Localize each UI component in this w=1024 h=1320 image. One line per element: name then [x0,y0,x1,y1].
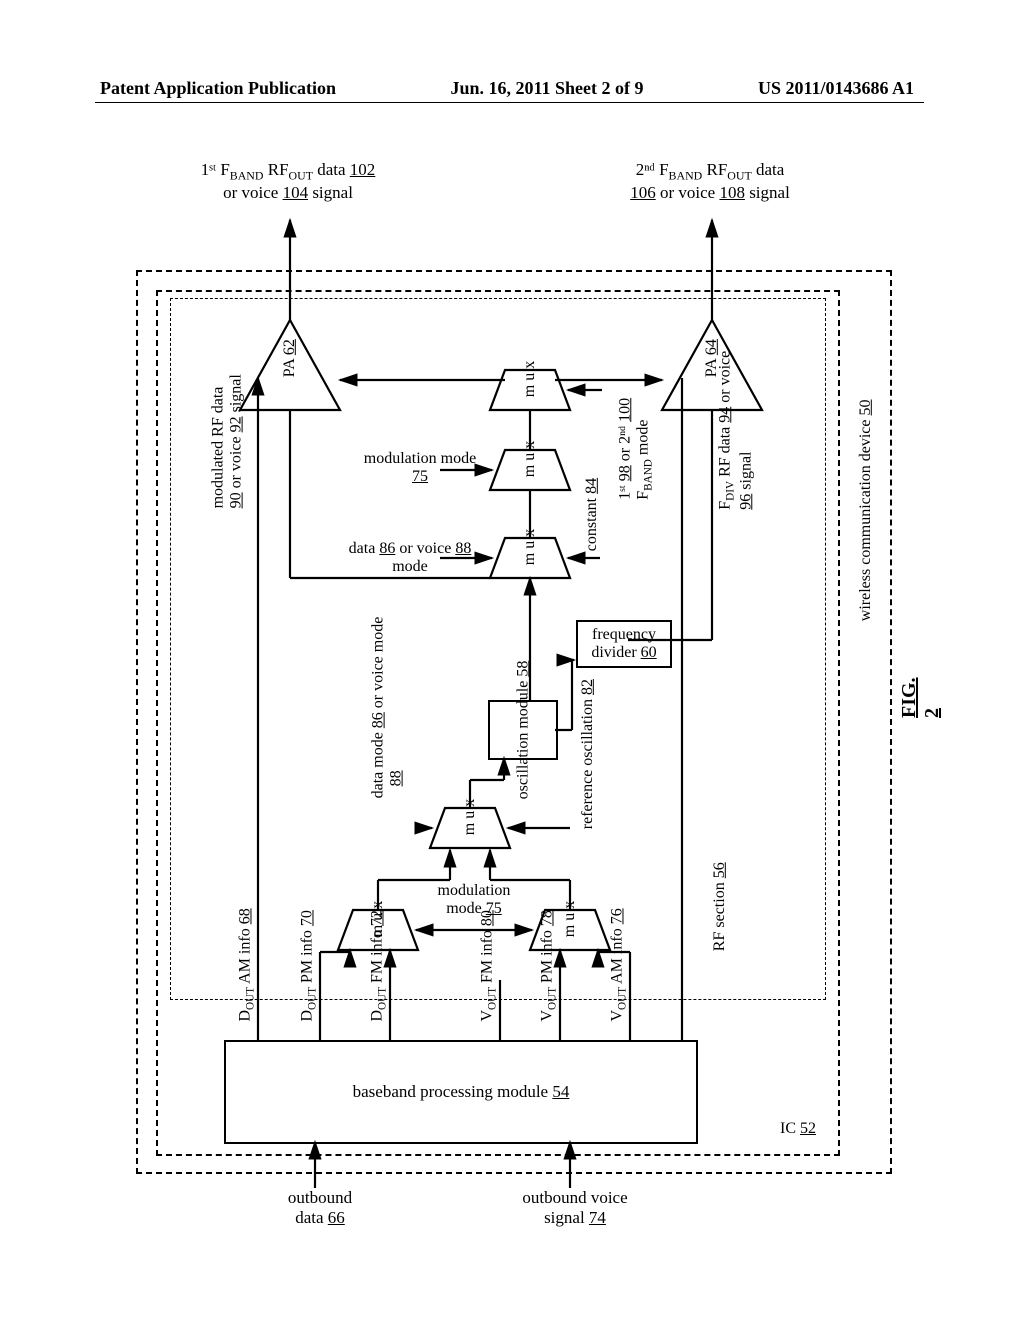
dout-am-label: DOUT AM info 68 [232,996,262,1017]
header-left: Patent Application Publication [100,78,336,99]
figure-diagram: 1ˢᵗ FBAND RFOUT data 102 or voice 104 si… [100,160,920,1190]
vout-am-label: VOUT AM info 76 [604,996,634,1017]
dout-pm-label: DOUT PM info 70 [294,996,324,1017]
outbound-voice-label: outbound voicesignal 74 [500,1188,650,1227]
vout-pm-label: VOUT PM info 78 [534,996,564,1017]
constant-label: constant 84 [580,530,604,548]
ic-label: IC 52 [780,1120,816,1138]
mux-osc: m u x [455,811,485,829]
top-right-output-label: 2ⁿᵈ FBAND RFOUT data 106 or voice 108 si… [580,160,840,203]
fband-mode-label: 1ˢᵗ 98 or 2ⁿᵈ 100 FBAND mode [616,460,656,499]
data-voice-mode-label: data 86 or voice 88 mode [340,540,480,577]
outbound-data-label: outbounddata 66 [260,1188,380,1227]
header-right: US 2011/0143686 A1 [758,78,914,99]
oscillation-module: oscillation module 58 [488,700,558,760]
reference-oscillation-label: reference oscillation 82 [568,800,608,818]
rf-section-label: RF section 56 [708,930,732,948]
modulated-rf-label: modulated RF data90 or voice 92 signal [208,470,248,507]
wireless-device-label: wireless communication device 50 [854,600,878,618]
data-voice-mode-vertical-label: data mode 86 or voice mode 88 [368,760,408,797]
header-center: Jun. 16, 2011 Sheet 2 of 9 [450,78,643,99]
mux-top: m u x [515,373,545,391]
top-left-output-label: 1ˢᵗ FBAND RFOUT data 102 or voice 104 si… [158,160,418,203]
baseband-module: baseband processing module 54 [224,1040,698,1144]
modulation-mode-label-lower: modulation mode 75 [426,882,522,919]
dout-fm-label: DOUT FM info 72 [364,996,394,1017]
mux-br: m u x [555,913,585,931]
mux-3: m u x [515,541,545,559]
modulation-mode-label-upper: modulation mode 75 [360,450,480,487]
fdiv-rf-label: FDIV RF data 94 or voice 96 signal [716,470,756,509]
header-rule [95,102,924,103]
vout-fm-label: VOUT FM info 80 [474,996,504,1017]
frequency-divider: frequency divider 60 [576,620,672,668]
figure-label: FIG. 2 [898,677,944,718]
mux-2: m u x [515,453,545,471]
pa-left-label: PA 62 [272,350,308,368]
